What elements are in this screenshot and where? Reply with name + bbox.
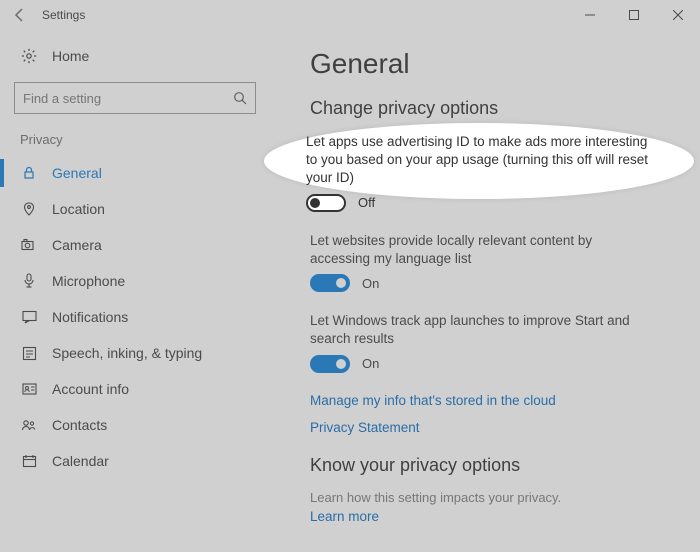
toggle-app-launches[interactable]	[310, 355, 350, 373]
sidebar-item-contacts[interactable]: Contacts	[0, 407, 270, 443]
lock-icon	[20, 166, 38, 180]
sidebar-item-account-info[interactable]: Account info	[0, 371, 270, 407]
sidebar-item-label: Calendar	[52, 453, 109, 469]
sidebar-item-general[interactable]: General	[0, 155, 270, 191]
search-icon	[233, 91, 247, 105]
link-privacy-statement[interactable]: Privacy Statement	[310, 420, 670, 435]
speech-inking-icon	[20, 346, 38, 361]
titlebar: Settings	[0, 0, 700, 30]
setting-description: Let Windows track app launches to improv…	[310, 312, 655, 348]
sidebar-item-location[interactable]: Location	[0, 191, 270, 227]
minimize-button[interactable]	[568, 0, 612, 30]
contacts-icon	[20, 418, 38, 432]
camera-icon	[20, 238, 38, 252]
sidebar-category: Privacy	[0, 132, 270, 155]
sidebar-item-label: Location	[52, 201, 105, 217]
page-heading: General	[310, 48, 670, 80]
sidebar-home-label: Home	[52, 48, 89, 64]
sidebar-item-label: General	[52, 165, 102, 181]
toggle-advertising-id[interactable]	[306, 194, 346, 212]
location-icon	[20, 202, 38, 216]
back-arrow-icon	[12, 7, 28, 23]
maximize-button[interactable]	[612, 0, 656, 30]
window-controls	[568, 0, 700, 30]
sidebar-item-label: Account info	[52, 381, 129, 397]
sidebar-item-label: Microphone	[52, 273, 125, 289]
calendar-icon	[20, 454, 38, 468]
link-learn-more[interactable]: Learn more	[310, 509, 670, 524]
sidebar-item-speech[interactable]: Speech, inking, & typing	[0, 335, 270, 371]
sidebar-item-calendar[interactable]: Calendar	[0, 443, 270, 479]
section-heading-know-options: Know your privacy options	[310, 455, 670, 476]
highlight-ellipse: Let apps use advertising ID to make ads …	[264, 123, 694, 199]
content-pane: General Change privacy options Let apps …	[270, 30, 700, 552]
window-body: Home Privacy General Location Camera	[0, 30, 700, 552]
toggle-state-label: On	[362, 356, 379, 371]
close-button[interactable]	[656, 0, 700, 30]
sidebar-item-label: Notifications	[52, 309, 128, 325]
section-heading-change-privacy: Change privacy options	[310, 98, 670, 119]
search-box[interactable]	[14, 82, 256, 114]
search-input[interactable]	[23, 91, 233, 106]
minimize-icon	[585, 10, 595, 20]
sidebar-item-label: Contacts	[52, 417, 107, 433]
sidebar-item-microphone[interactable]: Microphone	[0, 263, 270, 299]
setting-description: Let websites provide locally relevant co…	[310, 232, 655, 268]
notifications-icon	[20, 310, 38, 324]
sidebar-item-label: Camera	[52, 237, 102, 253]
sidebar-item-label: Speech, inking, & typing	[52, 345, 202, 361]
settings-window: Settings Home Privacy G	[0, 0, 700, 552]
toggle-state-label: Off	[358, 195, 375, 210]
window-title: Settings	[42, 8, 85, 22]
close-icon	[673, 10, 683, 20]
toggle-state-label: On	[362, 276, 379, 291]
maximize-icon	[629, 10, 639, 20]
back-button[interactable]	[8, 3, 32, 27]
link-manage-cloud-info[interactable]: Manage my info that's stored in the clou…	[310, 393, 670, 408]
know-options-subtext: Learn how this setting impacts your priv…	[310, 490, 670, 505]
sidebar: Home Privacy General Location Camera	[0, 30, 270, 552]
sidebar-home[interactable]: Home	[0, 40, 270, 72]
toggle-language-list[interactable]	[310, 274, 350, 292]
microphone-icon	[20, 273, 38, 289]
setting-description: Let apps use advertising ID to make ads …	[306, 133, 651, 188]
sidebar-item-camera[interactable]: Camera	[0, 227, 270, 263]
sidebar-item-notifications[interactable]: Notifications	[0, 299, 270, 335]
account-icon	[20, 382, 38, 396]
setting-app-launches: Let Windows track app launches to improv…	[310, 312, 670, 372]
setting-language-list: Let websites provide locally relevant co…	[310, 232, 670, 292]
gear-icon	[20, 48, 38, 64]
